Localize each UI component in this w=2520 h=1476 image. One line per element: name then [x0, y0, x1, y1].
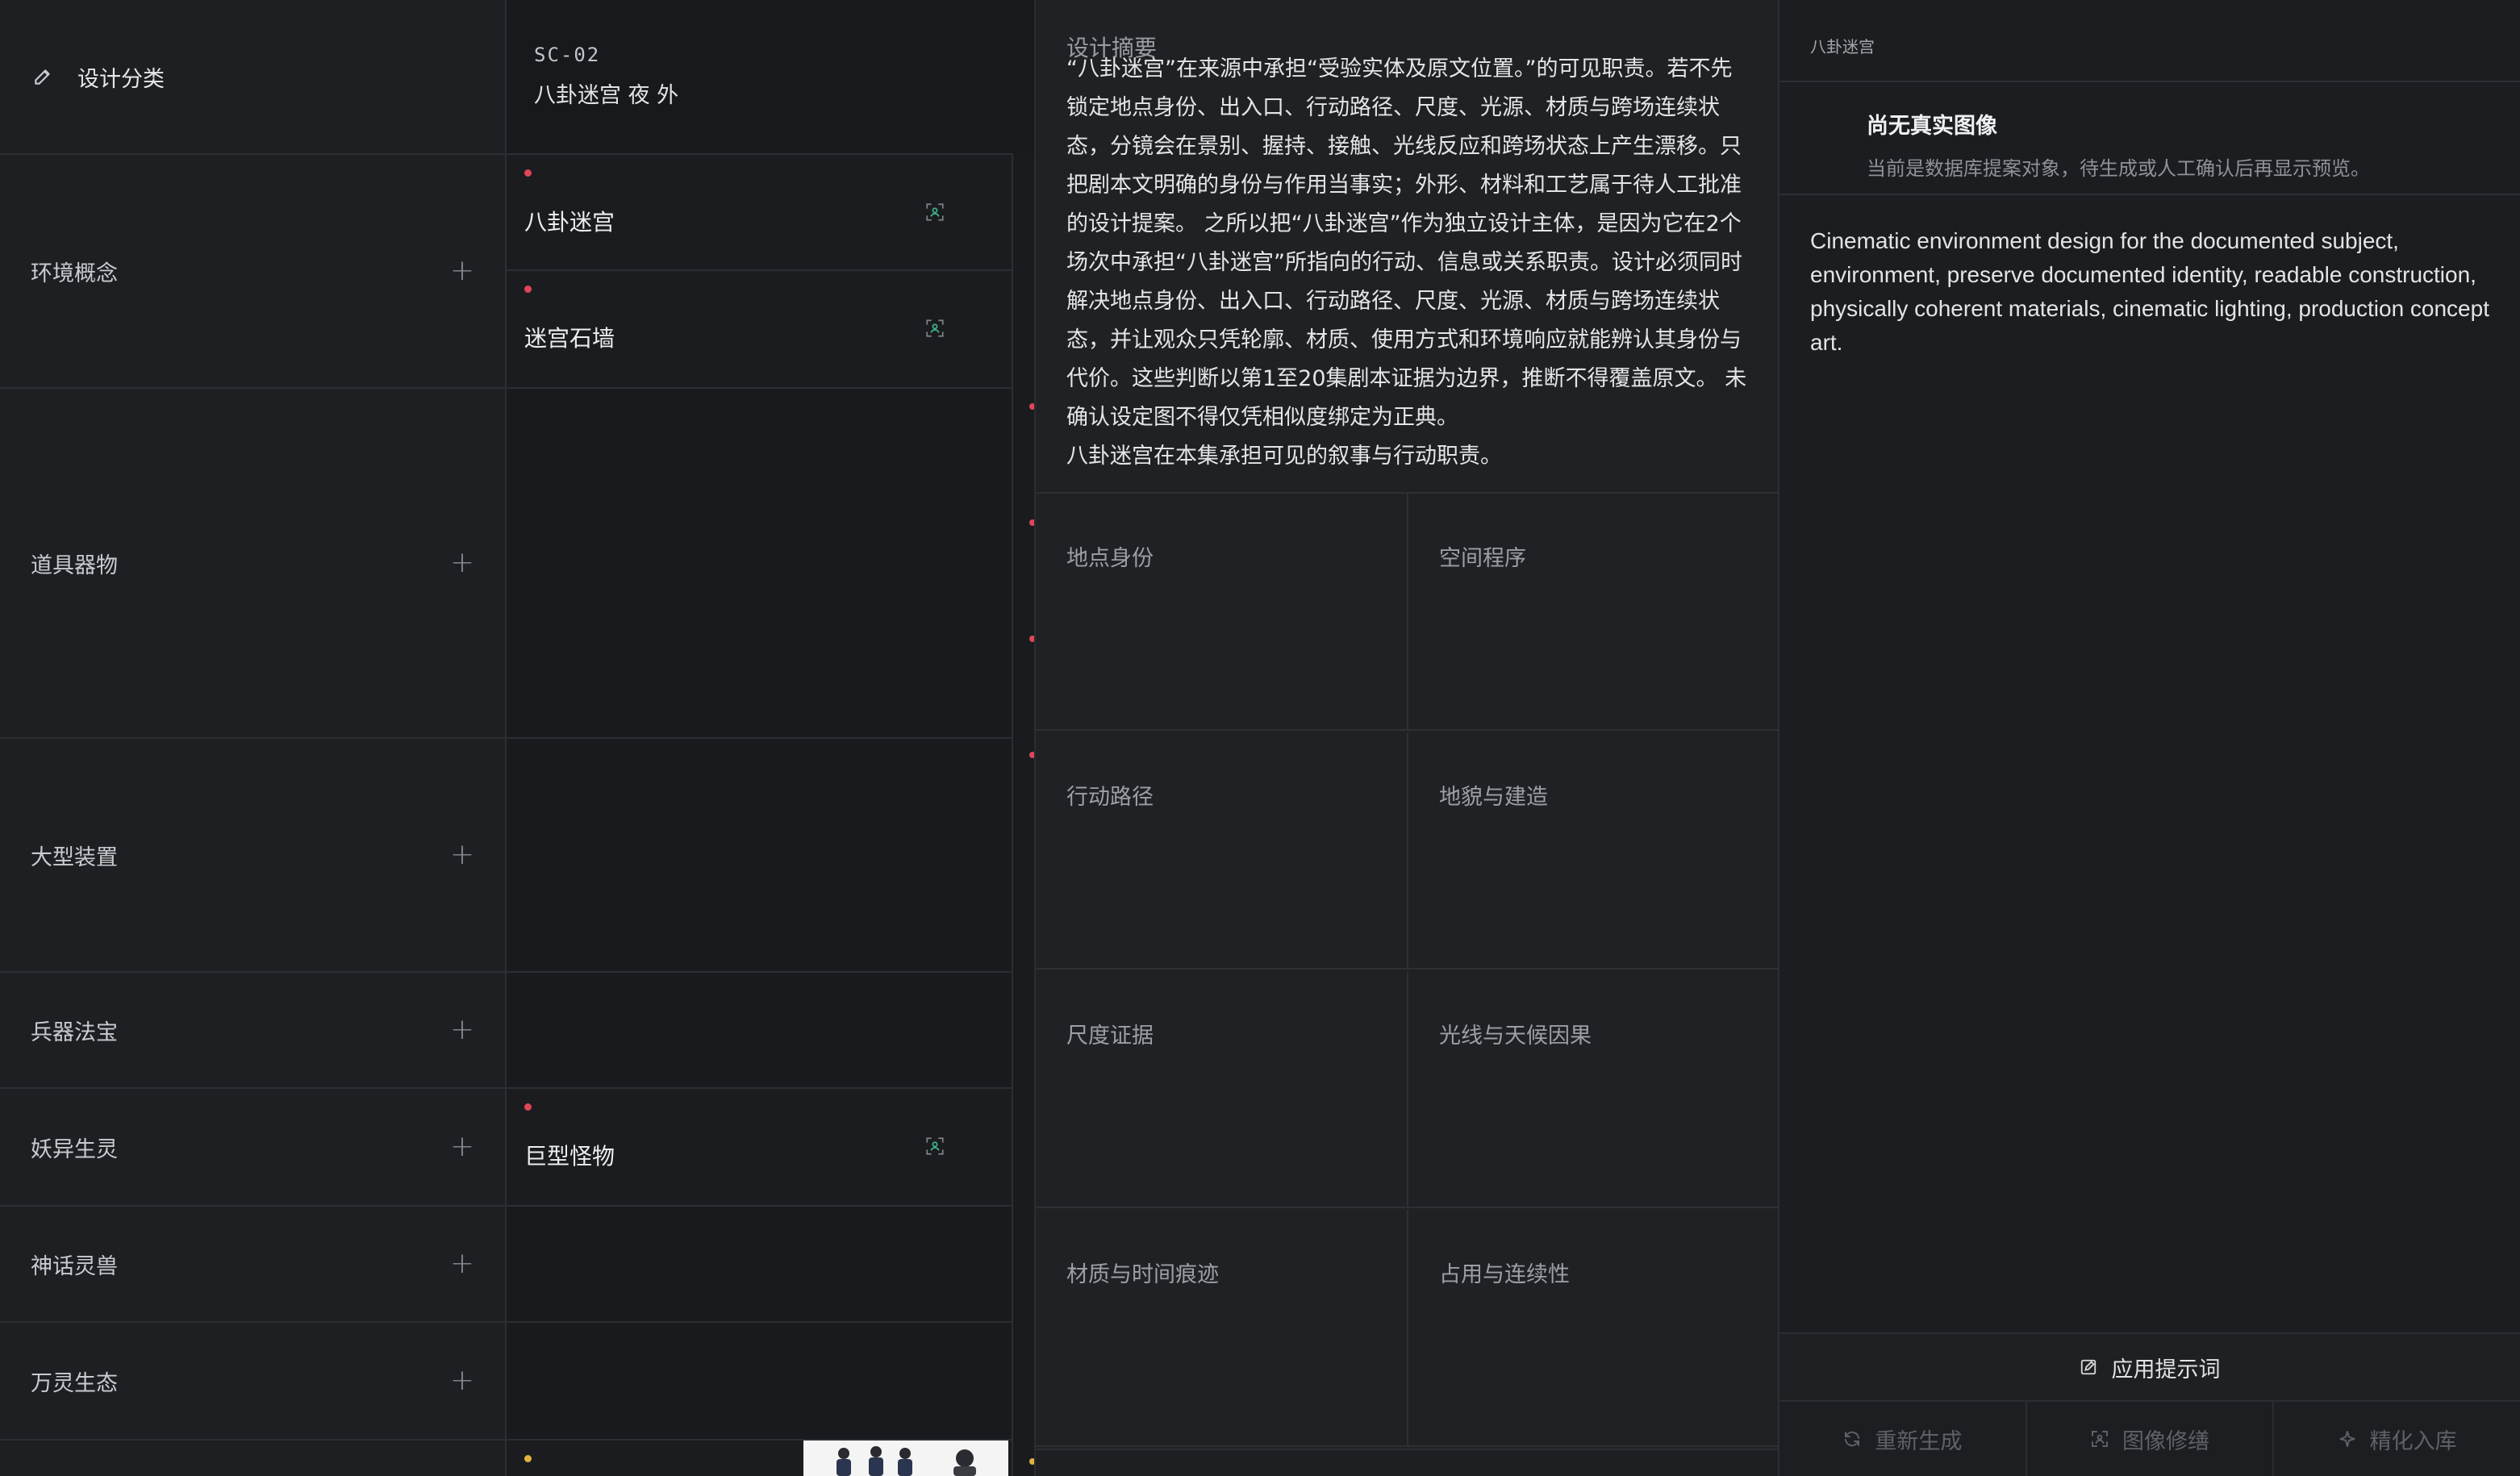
apply-prompt-button[interactable]: 应用提示词 — [1779, 1332, 2520, 1402]
category-item-large-installations[interactable]: 大型装置 + — [0, 739, 505, 973]
ai-scan-icon[interactable] — [924, 202, 945, 223]
scene-panel: SC-02 八卦迷宫 夜 外 八卦迷宫 迷宫石墙 巨型怪物 — [507, 0, 1012, 1476]
add-icon[interactable]: + — [450, 1366, 474, 1395]
scene-header: SC-02 八卦迷宫 夜 外 — [507, 0, 1012, 155]
grid-cell-terrain-construction[interactable]: 地貌与建造 — [1407, 732, 1778, 969]
image-repair-button[interactable]: 图像修缮 — [2027, 1402, 2275, 1476]
asset-card-giant-monster[interactable]: 巨型怪物 — [507, 1089, 1012, 1207]
refine-save-label: 精化入库 — [2369, 1428, 2457, 1454]
grid-cell-spatial-program[interactable]: 空间程序 — [1407, 494, 1778, 731]
scene-title: 八卦迷宫 夜 外 — [534, 83, 679, 108]
next-column-peek — [1012, 153, 1036, 1476]
empty-slot — [507, 1207, 1012, 1323]
grid-cell-scale-evidence[interactable]: 尺度证据 — [1036, 971, 1407, 1208]
category-item-label: 神话灵兽 — [31, 1253, 118, 1279]
grid-cell-material-time[interactable]: 材质与时间痕迹 — [1036, 1210, 1407, 1447]
apply-prompt-label: 应用提示词 — [2111, 1357, 2221, 1382]
category-item-label: 兵器法宝 — [31, 1019, 118, 1045]
ai-scan-icon[interactable] — [924, 1136, 945, 1157]
regenerate-button[interactable]: 重新生成 — [1779, 1402, 2027, 1476]
asset-card-label: 八卦迷宫 — [524, 209, 615, 236]
grid-cell-location-identity[interactable]: 地点身份 — [1036, 494, 1407, 731]
empty-slot — [507, 1323, 1012, 1441]
summary-body: “八卦迷宫”在来源中承担“受验实体及原文位置。”的可见职责。若不先锁定地点身份、… — [1066, 50, 1752, 476]
grid-cell-label: 空间程序 — [1439, 546, 1526, 571]
design-summary-panel: 设计摘要 “八卦迷宫”在来源中承担“受验实体及原文位置。”的可见职责。若不先锁定… — [1034, 0, 1779, 1476]
asset-card-bagua-maze[interactable]: 八卦迷宫 — [507, 155, 1012, 271]
image-status-description: 当前是数据库提案对象，待生成或人工确认后再显示预览。 — [1867, 157, 2370, 180]
category-item-label: 妖异生灵 — [31, 1136, 118, 1162]
image-panel-header: 八卦迷宫 — [1779, 0, 2520, 82]
add-icon[interactable]: + — [450, 256, 474, 286]
status-dot — [524, 169, 532, 177]
summary-footer — [1036, 1449, 1779, 1476]
category-item-label: 环境概念 — [31, 261, 118, 286]
grid-cell-light-weather[interactable]: 光线与天候因果 — [1407, 971, 1778, 1208]
summary-paragraph: 八卦迷宫在本集承担可见的叙事与行动职责。 — [1066, 444, 1502, 469]
category-item-label: 大型装置 — [31, 844, 118, 870]
add-icon[interactable]: + — [450, 840, 474, 869]
asset-card-label: 巨型怪物 — [524, 1143, 615, 1170]
ai-scan-icon[interactable] — [924, 318, 945, 339]
image-action-bar: 重新生成 图像修缮 精化入库 — [1779, 1402, 2520, 1476]
grid-cell-label: 占用与连续性 — [1439, 1262, 1570, 1287]
status-dot — [524, 286, 532, 293]
category-item-creatures[interactable]: 妖异生灵 + — [0, 1089, 505, 1207]
pencil-icon[interactable] — [32, 66, 53, 87]
grid-cell-occupancy-continuity[interactable]: 占用与连续性 — [1407, 1210, 1778, 1447]
asset-card-label: 迷宫石墙 — [524, 325, 615, 352]
empty-slot — [507, 389, 1012, 739]
category-item-mythic-beasts[interactable]: 神话灵兽 + — [0, 1207, 505, 1323]
add-icon[interactable]: + — [450, 1015, 474, 1044]
category-item-label: 万灵生态 — [31, 1370, 118, 1396]
image-edit-icon — [2090, 1429, 2109, 1449]
image-status-title: 尚无真实图像 — [1867, 114, 1997, 139]
grid-cell-action-path[interactable]: 行动路径 — [1036, 732, 1407, 969]
category-item-weapons[interactable]: 兵器法宝 + — [0, 973, 505, 1089]
grid-cell-label: 光线与天候因果 — [1439, 1024, 1592, 1049]
refresh-icon — [1842, 1429, 1862, 1449]
empty-slot — [507, 973, 1012, 1089]
add-icon[interactable]: + — [450, 1249, 474, 1278]
category-header: 设计分类 — [0, 0, 505, 155]
category-item-environment[interactable]: 环境概念 + — [0, 155, 505, 389]
image-status: 尚无真实图像 当前是数据库提案对象，待生成或人工确认后再显示预览。 — [1779, 82, 2520, 195]
asset-card-partial[interactable] — [507, 1441, 1012, 1476]
image-repair-label: 图像修缮 — [2122, 1428, 2209, 1454]
status-dot — [524, 1455, 532, 1462]
status-dot — [524, 1103, 532, 1111]
category-item-label: 道具器物 — [31, 552, 118, 578]
regenerate-label: 重新生成 — [1875, 1428, 1963, 1454]
thumbnail-image — [803, 1441, 1008, 1476]
design-dimension-grid: 地点身份 空间程序 行动路径 地貌与建造 尺度证据 光线与天候因果 材质与时间痕… — [1036, 492, 1779, 1449]
category-panel: 设计分类 环境概念 + 道具器物 + 大型装置 + 兵器法宝 + 妖异生灵 + … — [0, 0, 507, 1476]
add-icon[interactable]: + — [450, 548, 474, 577]
grid-cell-label: 尺度证据 — [1066, 1024, 1154, 1049]
scene-id: SC-02 — [534, 44, 601, 66]
image-panel: 八卦迷宫 尚无真实图像 当前是数据库提案对象，待生成或人工确认后再显示预览。 C… — [1778, 0, 2520, 1476]
category-header-label: 设计分类 — [77, 66, 165, 92]
grid-cell-label: 行动路径 — [1066, 785, 1154, 810]
empty-slot — [507, 739, 1012, 973]
edit-square-icon — [2080, 1358, 2097, 1376]
category-item-ecology[interactable]: 万灵生态 + — [0, 1323, 505, 1441]
grid-cell-label: 地貌与建造 — [1439, 785, 1548, 810]
asset-card-maze-wall[interactable]: 迷宫石墙 — [507, 271, 1012, 389]
grid-cell-label: 地点身份 — [1066, 546, 1154, 571]
summary-paragraph: “八卦迷宫”在来源中承担“受验实体及原文位置。”的可见职责。若不先锁定地点身份、… — [1066, 56, 1747, 430]
refine-save-button[interactable]: 精化入库 — [2274, 1402, 2520, 1476]
grid-cell-label: 材质与时间痕迹 — [1066, 1262, 1219, 1287]
add-icon[interactable]: + — [450, 1132, 474, 1161]
sparkle-icon — [2338, 1429, 2357, 1449]
prompt-text[interactable]: Cinematic environment design for the doc… — [1779, 195, 2520, 360]
category-item-props[interactable]: 道具器物 + — [0, 389, 505, 739]
